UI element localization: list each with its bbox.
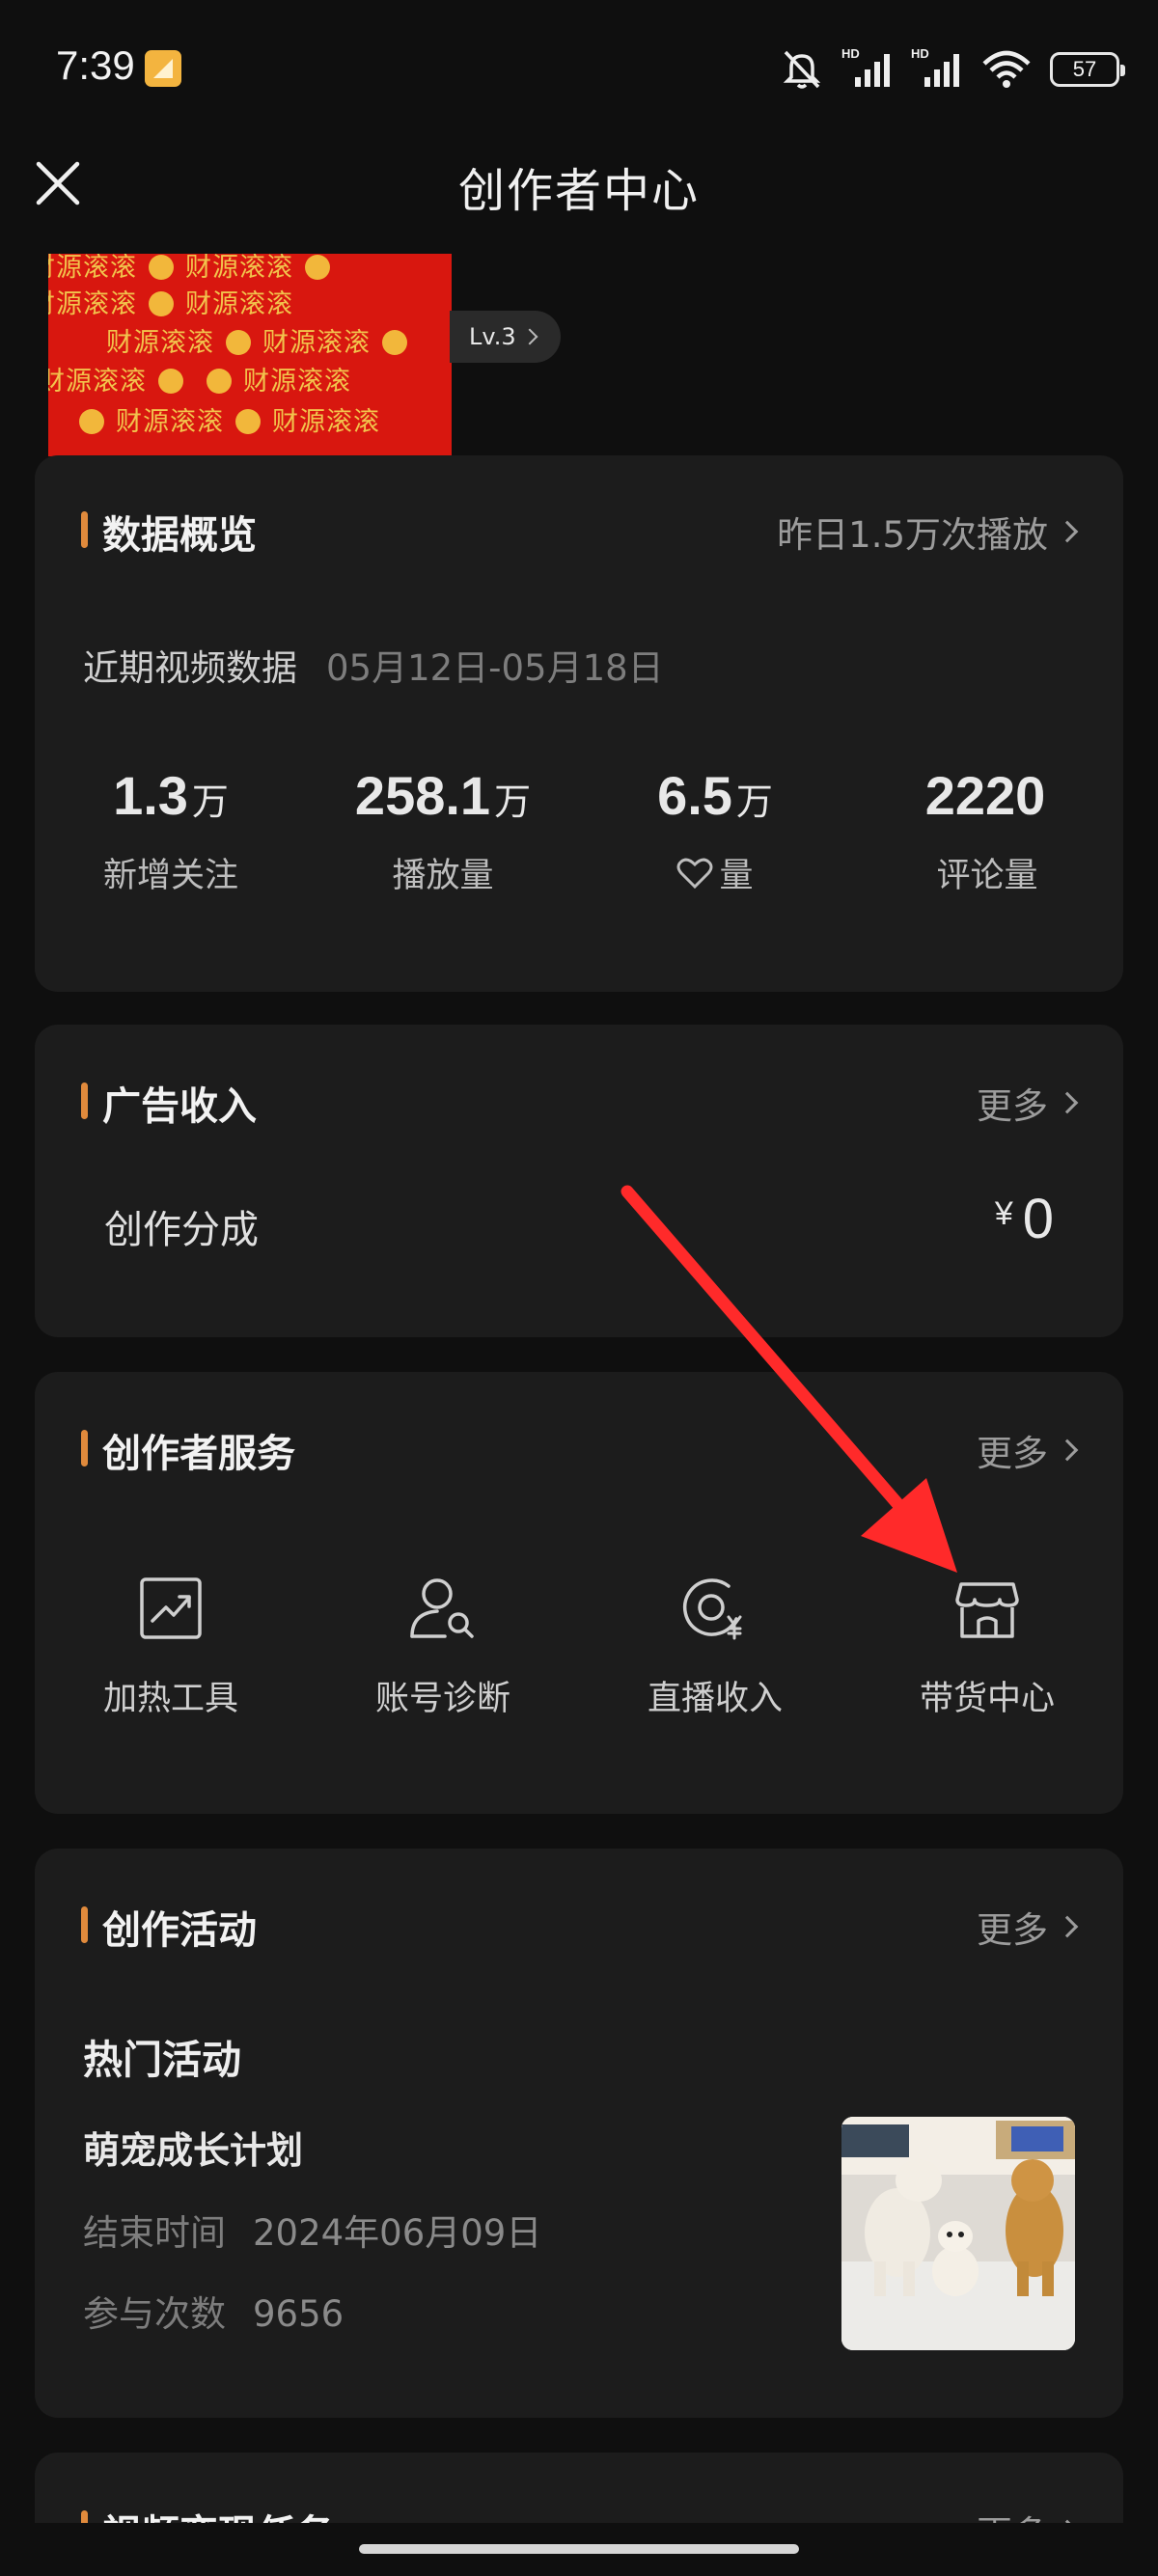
stats-row: 1.3 万 新增关注 258.1 万 播放量 6.5 万 量 2220 评论量 bbox=[35, 764, 1123, 897]
clock: 7:39 bbox=[56, 42, 135, 88]
range-label: 近期视频数据 bbox=[83, 647, 297, 689]
service-live-income[interactable]: 直播收入 bbox=[579, 1575, 851, 1720]
status-bar: 7:39 HD HD 57 bbox=[0, 0, 1158, 135]
activity-end-time: 结束时间 2024年06月09日 bbox=[83, 2212, 542, 2254]
service-commerce-center[interactable]: 带货中心 bbox=[851, 1575, 1123, 1720]
creator-activity-card: 创作活动 更多 热门活动 萌宠成长计划 结束时间 2024年06月09日 参与次数… bbox=[35, 1849, 1123, 2418]
stat-comments[interactable]: 2220 评论量 bbox=[851, 764, 1123, 897]
chevron-right-icon bbox=[1056, 1439, 1079, 1462]
ad-income-more-link[interactable]: 更多 bbox=[977, 1077, 1079, 1129]
signal-2-icon: HD bbox=[911, 46, 963, 91]
store-icon bbox=[955, 1582, 1019, 1638]
creator-activity-title: 创作活动 bbox=[102, 1908, 257, 1953]
chevron-right-icon bbox=[1056, 1091, 1079, 1114]
yesterday-plays-link[interactable]: 昨日1.5万次播放 bbox=[777, 506, 1079, 558]
section-accent-bar bbox=[81, 1430, 88, 1466]
nav-bar: 创作者中心 bbox=[0, 135, 1158, 232]
activity-name[interactable]: 萌宠成长计划 bbox=[83, 2121, 303, 2174]
range-dates: 05月12日-05月18日 bbox=[326, 647, 664, 689]
wifi-icon bbox=[982, 50, 1031, 88]
revenue-share-label: 创作分成 bbox=[104, 1208, 259, 1252]
service-boost-tool[interactable]: 加热工具 bbox=[35, 1575, 307, 1720]
notification-app-icon bbox=[145, 50, 181, 87]
ad-income-title: 广告收入 bbox=[102, 1084, 257, 1129]
hot-activities-heading: 热门活动 bbox=[83, 2037, 241, 2083]
level-badge[interactable]: Lv.3 bbox=[450, 311, 561, 363]
profile-banner-image[interactable]: 财源滚滚财源滚滚 财源滚滚财源滚滚 财源滚滚财源滚滚 财源滚滚财源滚滚 财源滚滚… bbox=[48, 254, 452, 456]
chevron-right-icon bbox=[1056, 1915, 1079, 1938]
creator-services-card: 创作者服务 更多 加热工具 账号诊断 直播收入 带货中心 bbox=[35, 1372, 1123, 1814]
ad-income-card: 广告收入 更多 创作分成 ¥0 bbox=[35, 1025, 1123, 1337]
stat-likes[interactable]: 6.5 万 量 bbox=[579, 764, 851, 897]
home-indicator[interactable] bbox=[359, 2544, 799, 2554]
stat-plays[interactable]: 258.1 万 播放量 bbox=[307, 764, 579, 897]
creator-services-more-link[interactable]: 更多 bbox=[977, 1424, 1079, 1476]
revenue-share-amount[interactable]: ¥0 bbox=[995, 1187, 1054, 1251]
section-accent-bar bbox=[81, 511, 88, 548]
trend-chart-icon bbox=[140, 1577, 202, 1639]
services-grid: 加热工具 账号诊断 直播收入 带货中心 bbox=[35, 1575, 1123, 1720]
creator-activity-more-link[interactable]: 更多 bbox=[977, 1901, 1079, 1953]
section-accent-bar bbox=[81, 1082, 88, 1119]
dogs-photo bbox=[841, 2117, 1075, 2350]
service-account-diagnosis[interactable]: 账号诊断 bbox=[307, 1575, 579, 1720]
section-accent-bar bbox=[81, 1906, 88, 1943]
page-title: 创作者中心 bbox=[457, 164, 700, 218]
system-icons: HD HD 57 bbox=[780, 42, 1125, 96]
chevron-right-icon bbox=[1056, 520, 1079, 543]
creator-services-title: 创作者服务 bbox=[102, 1432, 295, 1476]
activity-participation: 参与次数 9656 bbox=[83, 2293, 345, 2335]
stat-new-followers[interactable]: 1.3 万 新增关注 bbox=[35, 764, 307, 897]
signal-1-icon: HD bbox=[841, 46, 894, 91]
battery-indicator: 57 bbox=[1050, 52, 1125, 87]
date-range-row: 近期视频数据 05月12日-05月18日 bbox=[83, 639, 664, 691]
user-search-icon bbox=[410, 1578, 474, 1638]
chevron-right-icon bbox=[521, 328, 538, 345]
heart-icon bbox=[676, 858, 713, 889]
live-yen-icon bbox=[683, 1578, 742, 1640]
data-overview-title: 数据概览 bbox=[102, 513, 257, 558]
level-label: Lv.3 bbox=[469, 323, 516, 350]
activity-thumbnail[interactable] bbox=[841, 2117, 1075, 2350]
data-overview-card: 数据概览 昨日1.5万次播放 近期视频数据 05月12日-05月18日 1.3 万 … bbox=[35, 455, 1123, 992]
mute-bell-icon bbox=[783, 50, 821, 89]
